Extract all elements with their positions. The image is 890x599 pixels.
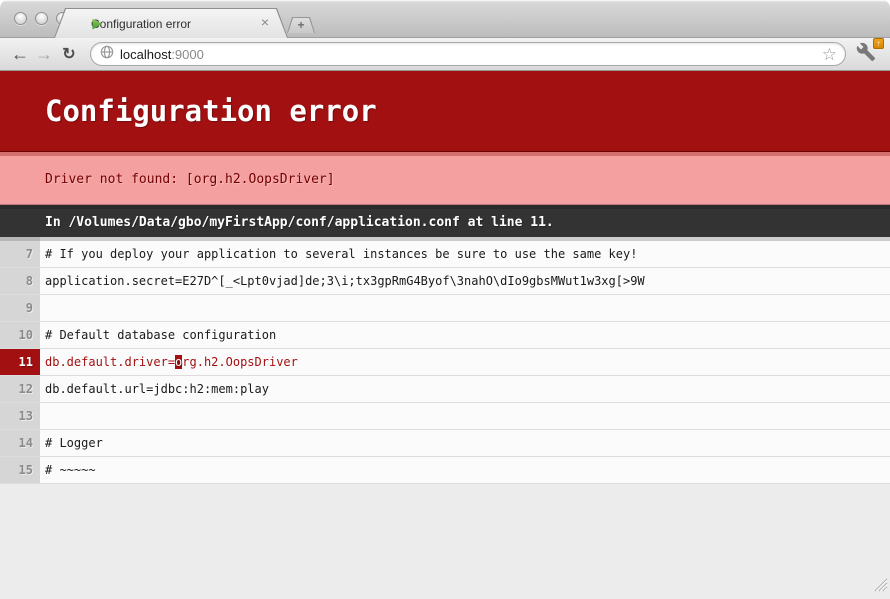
code-listing: 7# If you deploy your application to sev… <box>0 241 890 484</box>
browser-window: Configuration error × + ← → ↻ localhost:… <box>0 0 890 599</box>
line-number: 14 <box>0 430 40 456</box>
line-code: # ~~~~~ <box>40 457 890 483</box>
line-number: 9 <box>0 295 40 321</box>
line-code <box>40 295 890 321</box>
code-line-error: 11db.default.driver=org.h2.OopsDriver <box>0 349 890 376</box>
line-number: 12 <box>0 376 40 402</box>
line-code <box>40 403 890 429</box>
error-page-title: Configuration error <box>0 71 890 152</box>
code-line: 8application.secret=E27D^[_<Lpt0vjad]de;… <box>0 268 890 295</box>
line-number: 7 <box>0 241 40 267</box>
page-footer <box>0 484 890 599</box>
wrench-icon <box>856 49 876 66</box>
forward-button[interactable]: → <box>32 44 56 65</box>
tab-strip: Configuration error × + <box>0 0 890 38</box>
play-framework-favicon-icon <box>91 17 103 35</box>
globe-icon <box>100 45 114 64</box>
tab-title: Configuration error <box>91 17 271 31</box>
code-line: 12db.default.url=jdbc:h2:mem:play <box>0 376 890 403</box>
browser-toolbar: ← → ↻ localhost:9000 ☆ ↑ <box>0 38 890 71</box>
code-line: 15# ~~~~~ <box>0 457 890 484</box>
bookmark-star-icon[interactable]: ☆ <box>822 46 837 63</box>
error-detail-message: Driver not found: [org.h2.OopsDriver] <box>0 152 890 205</box>
tab-configuration-error[interactable]: Configuration error × <box>55 9 287 38</box>
line-code: db.default.url=jdbc:h2:mem:play <box>40 376 890 402</box>
address-bar[interactable]: localhost:9000 ☆ <box>90 42 846 66</box>
line-number: 11 <box>0 349 40 375</box>
tab-close-icon[interactable]: × <box>261 15 269 29</box>
update-badge: ↑ <box>873 38 884 49</box>
url-host: localhost <box>120 47 171 62</box>
line-number: 13 <box>0 403 40 429</box>
code-line: 9 <box>0 295 890 322</box>
window-close-button[interactable] <box>14 12 27 25</box>
code-line: 14# Logger <box>0 430 890 457</box>
line-number: 8 <box>0 268 40 294</box>
code-line: 7# If you deploy your application to sev… <box>0 241 890 268</box>
url-port: :9000 <box>171 47 204 62</box>
window-resize-grip[interactable] <box>874 578 888 597</box>
code-line: 13 <box>0 403 890 430</box>
url-text[interactable]: localhost:9000 <box>120 47 204 62</box>
error-file-location: In /Volumes/Data/gbo/myFirstApp/conf/app… <box>0 205 890 237</box>
line-number: 10 <box>0 322 40 348</box>
line-number: 15 <box>0 457 40 483</box>
back-button[interactable]: ← <box>8 44 32 65</box>
code-line: 10# Default database configuration <box>0 322 890 349</box>
reload-button[interactable]: ↻ <box>56 44 82 64</box>
line-code: # Logger <box>40 430 890 456</box>
menu-wrench-button[interactable]: ↑ <box>856 42 882 66</box>
line-code: db.default.driver=org.h2.OopsDriver <box>40 349 890 375</box>
line-code: # If you deploy your application to seve… <box>40 241 890 267</box>
window-minimize-button[interactable] <box>35 12 48 25</box>
line-code: # Default database configuration <box>40 322 890 348</box>
error-page: Configuration error Driver not found: [o… <box>0 71 890 599</box>
line-code: application.secret=E27D^[_<Lpt0vjad]de;3… <box>40 268 890 294</box>
